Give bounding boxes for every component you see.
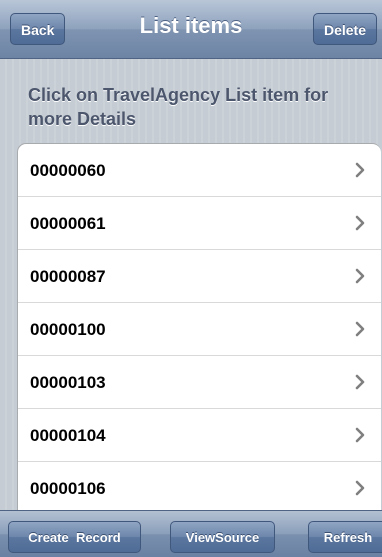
list-item[interactable]: 00000104: [18, 409, 381, 462]
delete-button[interactable]: Delete: [312, 13, 377, 45]
list-item[interactable]: 00000087: [18, 250, 381, 303]
chevron-right-icon: [355, 427, 365, 443]
content-area: Click on TravelAgency List item for more…: [0, 59, 382, 510]
list-item[interactable]: 00000106: [18, 462, 381, 510]
list-item-label: 00000104: [30, 426, 106, 445]
list-item-label: 00000061: [30, 214, 106, 233]
list-item[interactable]: 00000100: [18, 303, 381, 356]
list-item[interactable]: 00000103: [18, 356, 381, 409]
list-item[interactable]: 00000061: [18, 197, 381, 250]
navigation-bar: Back List items Delete: [0, 0, 382, 59]
chevron-right-icon: [355, 215, 365, 231]
chevron-right-icon: [355, 162, 365, 178]
bottom-toolbar: Create Record ViewSource Refresh: [0, 510, 382, 557]
create-record-button[interactable]: Create Record: [8, 521, 141, 553]
list-header-instruction: Click on TravelAgency List item for more…: [28, 85, 329, 129]
list-item-label: 00000106: [30, 479, 106, 498]
chevron-right-icon: [355, 480, 365, 496]
list-item-label: 00000060: [30, 161, 106, 180]
list-item-label: 00000087: [30, 267, 106, 286]
list-item-label: 00000103: [30, 373, 106, 392]
chevron-right-icon: [355, 268, 365, 284]
item-list: 00000060 00000061 00000087 00000100 0000…: [17, 143, 381, 510]
chevron-right-icon: [355, 321, 365, 337]
list-item-label: 00000100: [30, 320, 106, 339]
list-item[interactable]: 00000060: [18, 144, 381, 197]
chevron-right-icon: [355, 374, 365, 390]
view-source-button[interactable]: ViewSource: [170, 521, 275, 553]
refresh-button[interactable]: Refresh: [308, 521, 382, 553]
